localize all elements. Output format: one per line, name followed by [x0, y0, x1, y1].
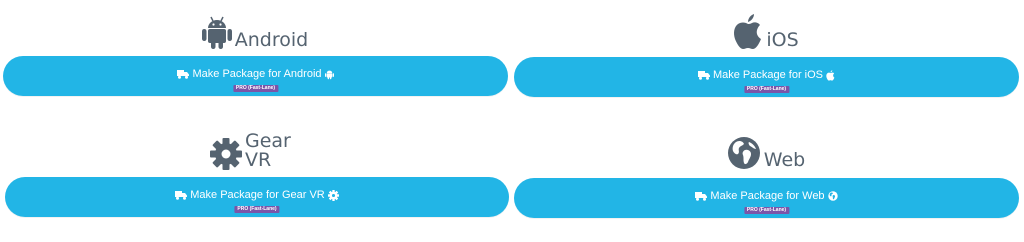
- platform-ios-header: iOS: [733, 14, 799, 51]
- make-package-ios-button[interactable]: Make Package for iOS PRO (Fast-Lane): [514, 57, 1019, 97]
- truck-icon: [177, 69, 190, 79]
- button-label: Make Package for Gear VR: [190, 189, 325, 201]
- button-label: Make Package for iOS: [712, 69, 824, 81]
- platform-title: iOS: [766, 29, 799, 51]
- apple-icon: [826, 69, 835, 81]
- truck-icon: [697, 70, 710, 80]
- android-icon: [201, 16, 232, 50]
- pro-badge: PRO (Fast-Lane): [743, 86, 790, 93]
- truck-icon: [175, 190, 188, 200]
- pro-badge: PRO (Fast-Lane): [743, 207, 790, 214]
- apple-icon: [733, 14, 763, 50]
- platform-title: Web: [763, 149, 806, 171]
- gear-icon: [327, 189, 339, 201]
- platform-title: Gear VR: [245, 130, 291, 171]
- globe-icon: [827, 191, 838, 201]
- pro-badge: PRO (Fast-Lane): [234, 206, 280, 213]
- gear-icon: [210, 138, 242, 170]
- platform-android-header: Android: [201, 16, 309, 51]
- platform-web-header: Web: [727, 136, 806, 171]
- pro-badge: PRO (Fast-Lane): [232, 85, 279, 92]
- globe-icon: [727, 136, 761, 170]
- truck-icon: [695, 191, 708, 201]
- make-package-web-button[interactable]: Make Package for Web PRO (Fast-Lane): [514, 178, 1019, 218]
- make-package-gearvr-button[interactable]: Make Package for Gear VR PRO (Fast-Lane): [5, 177, 509, 217]
- platform-title: Android: [234, 29, 309, 51]
- button-label: Make Package for Android: [192, 68, 322, 80]
- button-label: Make Package for Web: [710, 190, 825, 202]
- make-package-android-button[interactable]: Make Package for Android PRO (Fast-Lane): [3, 56, 508, 96]
- android-icon: [324, 69, 334, 80]
- platform-gearvr-header: Gear VR: [210, 132, 310, 170]
